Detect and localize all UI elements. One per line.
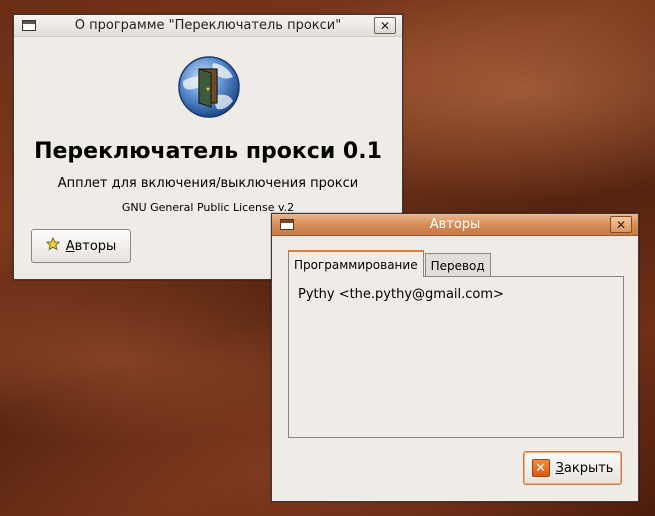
author-entry[interactable]: Pythy <the.pythy@gmail.com> xyxy=(298,287,504,302)
about-titlebar[interactable]: О программе "Переключатель прокси" ✕ xyxy=(14,15,402,37)
globe-door-icon xyxy=(177,55,241,119)
window-menu-icon[interactable] xyxy=(22,20,36,31)
close-icon: ✕ xyxy=(531,459,550,477)
app-description: Апплет для включения/выключения прокси xyxy=(57,176,359,191)
app-name: Переключатель прокси 0.1 xyxy=(34,139,382,164)
star-icon xyxy=(45,236,60,255)
authors-close-button[interactable]: ✕ xyxy=(610,216,632,233)
authors-window-title: Авторы xyxy=(429,217,481,232)
credits-button-label: Авторы xyxy=(65,238,117,254)
tab-translation[interactable]: Перевод xyxy=(424,253,491,277)
close-button[interactable]: ✕ Закрыть xyxy=(523,451,622,485)
close-button-label: Закрыть xyxy=(555,460,614,476)
tab-programming[interactable]: Программирование xyxy=(288,250,424,277)
tab-panel: Pythy <the.pythy@gmail.com> xyxy=(288,276,624,438)
authors-tabs: Программирование Перевод xyxy=(288,250,492,277)
about-close-button[interactable]: ✕ xyxy=(374,17,396,34)
authors-titlebar[interactable]: Авторы ✕ xyxy=(272,214,638,236)
credits-button[interactable]: Авторы xyxy=(31,229,131,263)
authors-dialog: Авторы ✕ Программирование Перевод Pythy … xyxy=(271,213,639,502)
window-menu-icon[interactable] xyxy=(280,219,294,230)
about-window-title: О программе "Переключатель прокси" xyxy=(74,18,342,33)
